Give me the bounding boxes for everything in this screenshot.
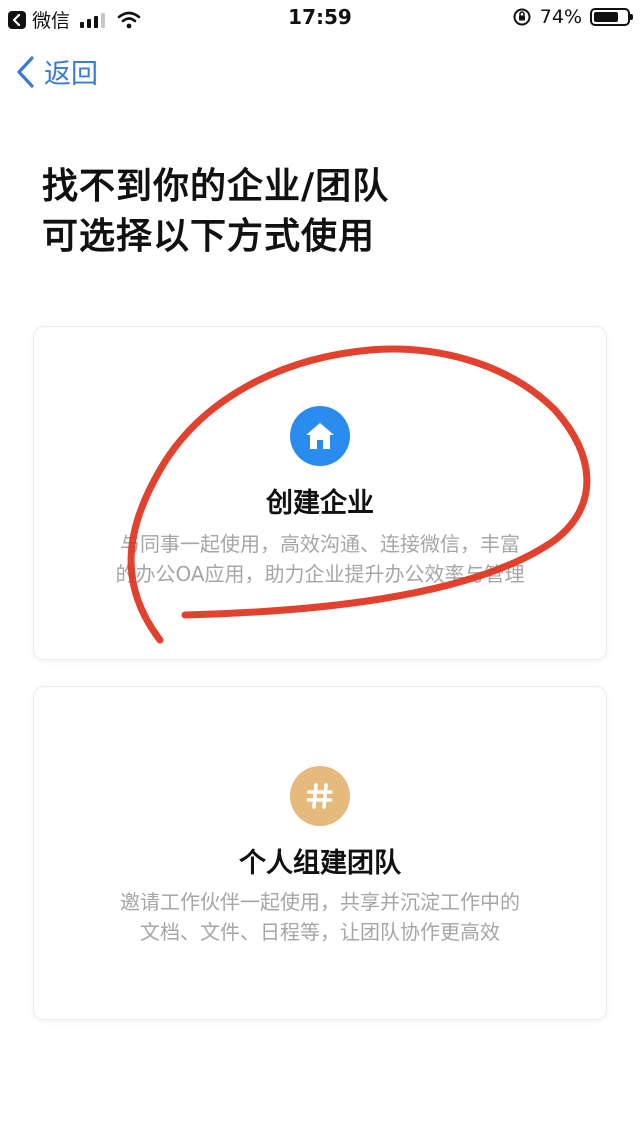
personal-team-card[interactable]: 个人组建团队 邀请工作伙伴一起使用，共享并沉淀工作中的 文档、文件、日程等，让团…	[34, 687, 606, 1019]
orientation-lock-icon	[513, 8, 531, 26]
home-icon	[290, 406, 350, 466]
hashtag-icon	[290, 766, 350, 826]
personal-team-desc-line-1: 邀请工作伙伴一起使用，共享并沉淀工作中的	[120, 890, 520, 914]
page-heading: 找不到你的企业/团队 可选择以下方式使用	[42, 162, 389, 262]
create-enterprise-title: 创建企业	[266, 488, 374, 519]
back-button[interactable]: 返回	[14, 52, 98, 91]
battery-level-fill	[594, 12, 618, 22]
status-bar: 微信 17:59 74%	[0, 0, 640, 36]
personal-team-title: 个人组建团队	[239, 848, 401, 879]
heading-line-2: 可选择以下方式使用	[42, 216, 376, 257]
create-enterprise-card[interactable]: 创建企业 与同事一起使用，高效沟通、连接微信，丰富 的办公OA应用，助力企业提升…	[34, 327, 606, 659]
chevron-left-icon	[17, 55, 34, 88]
battery-icon	[590, 8, 633, 26]
create-enterprise-desc-line-1: 与同事一起使用，高效沟通、连接微信，丰富	[120, 532, 520, 556]
battery-percentage: 74%	[539, 6, 582, 28]
personal-team-desc-line-2: 文档、文件、日程等，让团队协作更高效	[140, 920, 500, 944]
personal-team-description: 邀请工作伙伴一起使用，共享并沉淀工作中的 文档、文件、日程等，让团队协作更高效	[62, 887, 578, 947]
back-button-label: 返回	[44, 59, 98, 90]
heading-line-1: 找不到你的企业/团队	[42, 166, 390, 207]
create-enterprise-description: 与同事一起使用，高效沟通、连接微信，丰富 的办公OA应用，助力企业提升办公效率与…	[62, 529, 578, 589]
status-bar-right: 74%	[512, 6, 633, 28]
create-enterprise-desc-line-2: 的办公OA应用，助力企业提升办公效率与管理	[115, 562, 525, 586]
